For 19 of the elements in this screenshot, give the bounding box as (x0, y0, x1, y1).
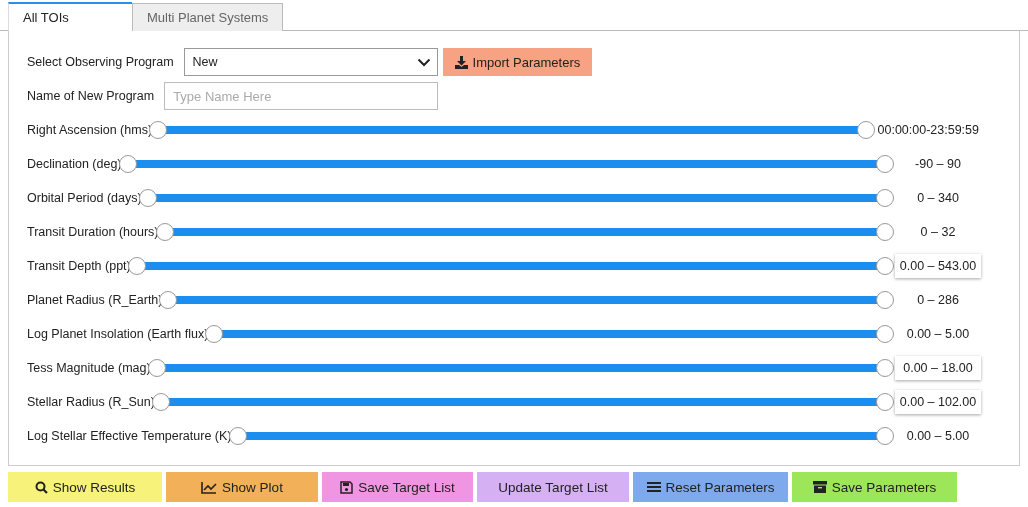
slider-label: Tess Magnitude (mag) (27, 361, 151, 375)
range-value: 0.00 – 102.00 (895, 390, 981, 414)
slider-label: Stellar Radius (R_Sun) (27, 395, 155, 409)
range-value: 0.00 – 18.00 (895, 356, 981, 380)
range-value: 00:00:00-23:59:59 (876, 122, 980, 139)
range-value: 0.00 – 5.00 (905, 428, 971, 445)
slider-label: Log Stellar Effective Temperature (K) (27, 429, 232, 443)
range-value: 0 – 32 (919, 224, 957, 241)
field-label: Select Observing Program (27, 55, 174, 69)
range-value: -90 – 90 (914, 156, 962, 173)
range-value: 0.00 – 5.00 (905, 326, 971, 343)
slider-label: Orbital Period (days) (27, 191, 142, 205)
range-value: 0 – 340 (916, 190, 960, 207)
range-value: 0.00 – 543.00 (895, 254, 981, 278)
slider-label: Declination (deg) (27, 157, 122, 171)
slider-label: Planet Radius (R_Earth) (27, 293, 163, 307)
range-value: 0 – 286 (916, 292, 960, 309)
slider-label: Transit Duration (hours) (27, 225, 159, 239)
field-label: Name of New Program (27, 89, 155, 103)
